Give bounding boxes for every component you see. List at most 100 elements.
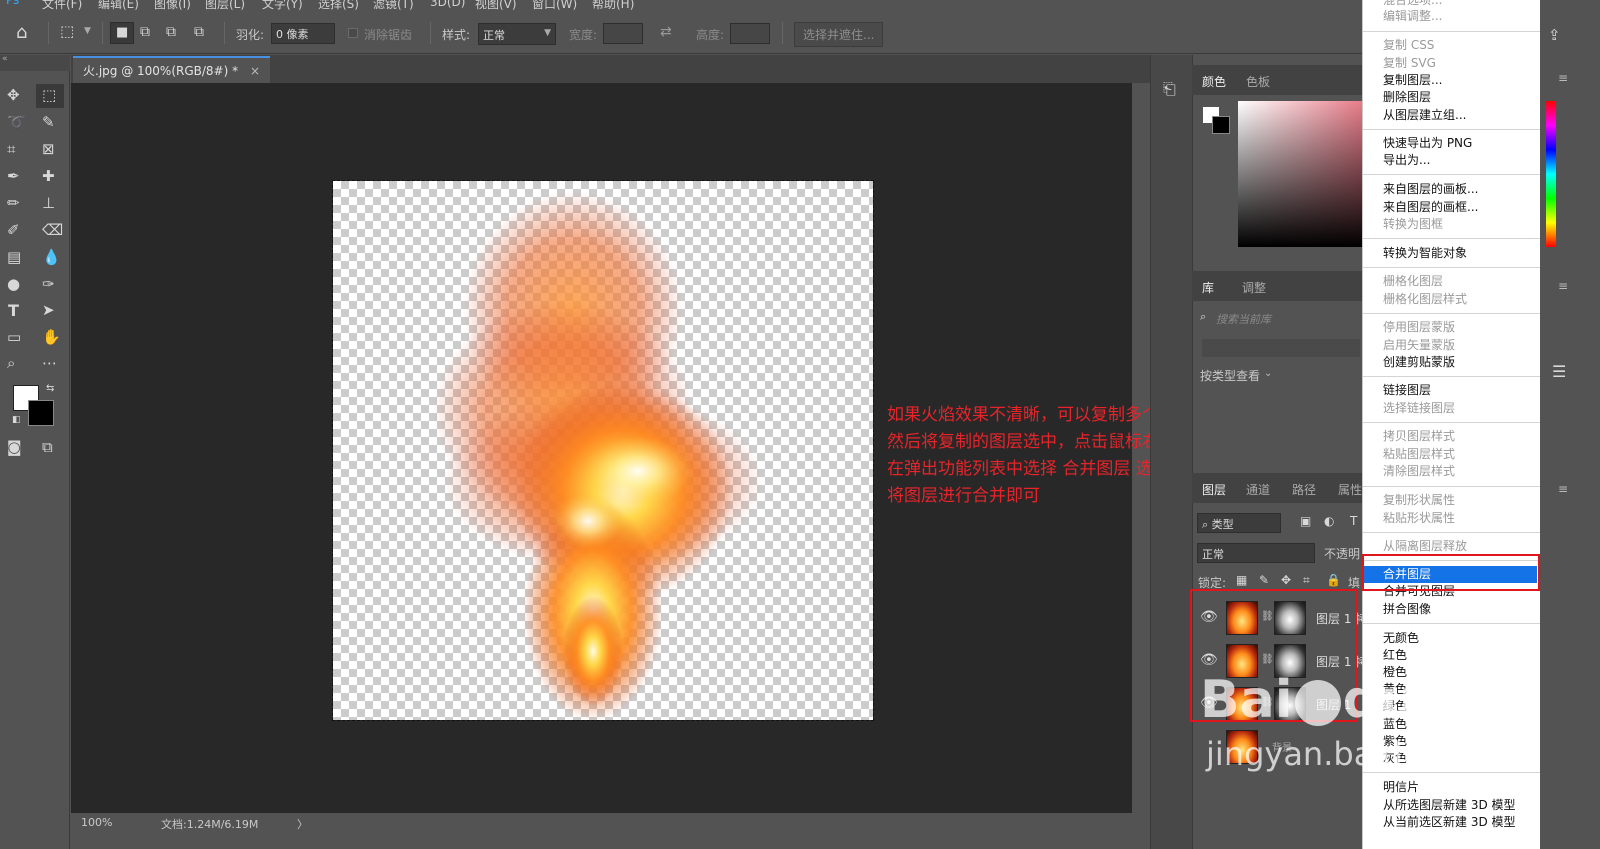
background-color-swatch[interactable] (28, 400, 54, 426)
menu-item-copy-svg[interactable]: 复制 SVG (1383, 55, 1436, 72)
home-icon[interactable]: ⌂ (16, 24, 27, 42)
rectangle-tool-icon[interactable]: ▭ (7, 330, 21, 345)
menu-item-flatten-image[interactable]: 拼合图像 (1383, 601, 1431, 618)
menu-item-paste-layer-style[interactable]: 粘贴图层样式 (1383, 446, 1455, 463)
chevron-down-icon[interactable]: ▼ (84, 27, 91, 36)
menu-item-link-layers[interactable]: 链接图层 (1383, 382, 1431, 399)
menu-item-group-from-layers[interactable]: 从图层建立组... (1383, 107, 1466, 124)
tab-adjustments[interactable]: 调整 (1242, 279, 1266, 296)
layer-filter-select[interactable]: ⌕ 类型 (1197, 513, 1281, 533)
image-filter-icon[interactable]: ▣ (1300, 515, 1311, 527)
menu-item-3d-from-selection[interactable]: 从当前选区新建 3D 模型 (1383, 814, 1516, 831)
menu-item-export-as[interactable]: 导出为... (1383, 152, 1430, 169)
menu-help[interactable]: 帮助(H) (592, 0, 634, 10)
menu-item-edit-adjustment[interactable]: 编辑调整... (1383, 8, 1442, 25)
chevron-down-icon[interactable]: ⌄ (1264, 369, 1272, 379)
menu-select[interactable]: 选择(S) (318, 0, 359, 10)
menu-item-release-from-isolation[interactable]: 从隔离图层释放 (1383, 538, 1467, 555)
frame-tool-icon[interactable]: ⊠ (42, 142, 55, 157)
panel-menu-icon[interactable]: ≡ (1558, 72, 1568, 84)
menu-file[interactable]: 文件(F) (42, 0, 82, 10)
antialias-checkbox[interactable] (348, 28, 358, 38)
menu-item-convert-smart-object[interactable]: 转换为智能对象 (1383, 245, 1467, 262)
lock-position-icon[interactable]: ✥ (1281, 574, 1291, 586)
library-select[interactable] (1202, 339, 1360, 357)
type-filter-icon[interactable]: T (1350, 515, 1357, 527)
lock-transparent-icon[interactable]: ▦ (1236, 574, 1247, 586)
menu-filter[interactable]: 滤镜(T) (373, 0, 414, 10)
pen-tool-icon[interactable]: ✑ (42, 277, 55, 292)
menu-layer[interactable]: 图层(L) (205, 0, 245, 10)
quick-mask-icon[interactable]: ◙ (7, 440, 22, 455)
select-and-mask-button[interactable]: 选择并遮住... (794, 22, 884, 47)
eraser-tool-icon[interactable]: ⌫ (42, 223, 63, 238)
menu-item-red[interactable]: 红色 (1383, 647, 1407, 664)
swap-icon[interactable]: ⇄ (660, 25, 672, 39)
zoom-tool-icon[interactable]: ⌕ (7, 356, 15, 371)
document-canvas[interactable] (332, 180, 874, 721)
history-brush-icon[interactable]: ✐ (7, 223, 20, 238)
tab-properties[interactable]: 属性 (1338, 481, 1362, 498)
blur-tool-icon[interactable]: 💧 (42, 250, 61, 265)
path-select-icon[interactable]: ➤ (42, 303, 55, 318)
tools-panel-grip[interactable]: « (0, 55, 70, 71)
gradient-tool-icon[interactable]: ▤ (7, 250, 21, 265)
menu-item-artboard-from-layers[interactable]: 来自图层的画板... (1383, 181, 1478, 198)
marquee-preset-icon[interactable]: ⬚ (60, 24, 74, 39)
more-tools-icon[interactable]: ⋯ (42, 356, 57, 371)
list-view-icon[interactable]: ☰ (1552, 364, 1566, 380)
lock-paint-icon[interactable]: ✎ (1259, 574, 1269, 586)
menu-item-paste-shape-attributes[interactable]: 粘贴形状属性 (1383, 510, 1455, 527)
color-picker-field[interactable] (1238, 101, 1362, 247)
lock-artboard-icon[interactable]: ⌗ (1303, 574, 1310, 586)
menu-view[interactable]: 视图(V) (475, 0, 517, 10)
document-tab[interactable]: 火.jpg @ 100%(RGB/8#) * × (73, 56, 270, 83)
menu-item-convert-to-frame[interactable]: 转换为图框 (1383, 216, 1443, 233)
menu-item-disable-layer-mask[interactable]: 停用图层蒙版 (1383, 319, 1455, 336)
feather-input[interactable]: 0 像素 (271, 23, 335, 44)
tab-channels[interactable]: 通道 (1246, 481, 1270, 498)
subtract-selection-icon[interactable]: ⧉ (166, 25, 176, 39)
dodge-tool-icon[interactable]: ● (7, 277, 20, 292)
type-tool-icon[interactable]: T (8, 303, 19, 319)
move-tool-icon[interactable]: ✥ (7, 88, 20, 103)
tab-library[interactable]: 库 (1202, 279, 1214, 296)
panel-menu-icon[interactable]: ≡ (1558, 280, 1568, 292)
menu-type[interactable]: 文字(Y) (262, 0, 303, 10)
quick-select-tool-icon[interactable]: ✎ (42, 115, 55, 130)
stamp-tool-icon[interactable]: ⊥ (42, 196, 55, 211)
menu-3d[interactable]: 3D(D) (430, 0, 465, 9)
marquee-tool-button[interactable]: ⬚ (36, 84, 64, 108)
menu-item-copy-css[interactable]: 复制 CSS (1383, 37, 1434, 54)
menu-item-clear-layer-style[interactable]: 清除图层样式 (1383, 463, 1455, 480)
panel-menu-icon[interactable]: ≡ (1558, 483, 1568, 495)
menu-item-copy-layer-style[interactable]: 拷贝图层样式 (1383, 428, 1455, 445)
height-input[interactable] (730, 23, 770, 44)
add-selection-icon[interactable]: ⧉ (140, 25, 150, 39)
menu-item-copy-shape-attributes[interactable]: 复制形状属性 (1383, 492, 1455, 509)
menu-item-enable-vector-mask[interactable]: 启用矢量蒙版 (1383, 337, 1455, 354)
tab-layers[interactable]: 图层 (1202, 481, 1226, 498)
brush-tool-icon[interactable]: ✏ (7, 196, 20, 211)
hue-slider-visible[interactable] (1546, 101, 1556, 247)
tab-paths[interactable]: 路径 (1292, 481, 1316, 498)
lasso-tool-icon[interactable]: ➰ (7, 115, 26, 130)
menu-item-frame-from-layers[interactable]: 来自图层的画框... (1383, 199, 1478, 216)
tab-color[interactable]: 颜色 (1202, 73, 1226, 90)
swap-colors-icon[interactable]: ⇆ (46, 384, 54, 394)
eyedropper-tool-icon[interactable]: ✒ (7, 169, 20, 184)
crop-tool-icon[interactable]: ⌗ (7, 142, 15, 157)
menu-item-rasterize-layer-style[interactable]: 栅格化图层样式 (1383, 291, 1467, 308)
share-icon[interactable]: ⇪ (1548, 28, 1561, 43)
menu-edit[interactable]: 编辑(E) (98, 0, 139, 10)
menu-window[interactable]: 窗口(W) (532, 0, 577, 10)
history-panel-icon[interactable]: ⎗ (1163, 81, 1176, 97)
close-icon[interactable]: × (250, 64, 260, 78)
default-colors-icon[interactable]: ◧ (12, 416, 21, 425)
new-selection-button[interactable]: ■ (110, 22, 134, 44)
menu-item-create-clipping-mask[interactable]: 创建剪贴蒙版 (1383, 354, 1455, 371)
width-input[interactable] (603, 23, 643, 44)
blend-mode-select[interactable]: 正常 (1197, 543, 1315, 563)
menu-item-quick-export-png[interactable]: 快速导出为 PNG (1383, 135, 1472, 152)
menu-item-select-linked-layers[interactable]: 选择链接图层 (1383, 400, 1455, 417)
